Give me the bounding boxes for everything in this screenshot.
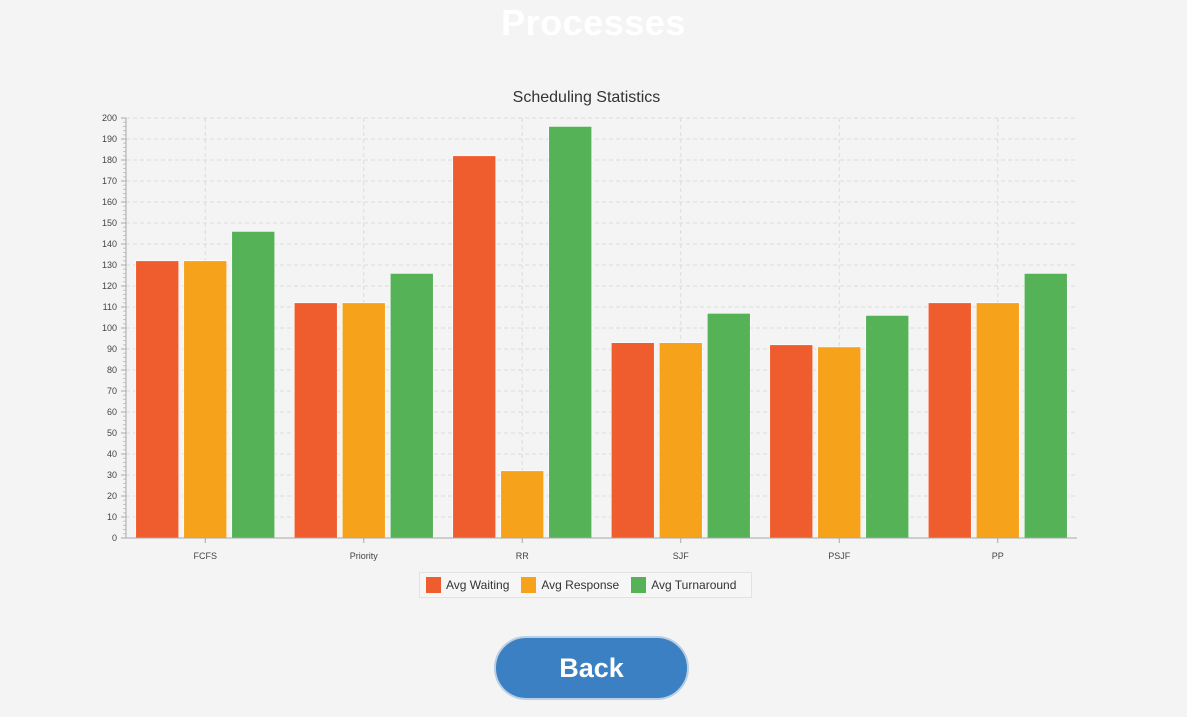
y-tick-label: 190 — [102, 134, 117, 144]
bar-avg-response — [975, 302, 1020, 539]
bar-avg-waiting — [293, 302, 338, 539]
legend-swatch — [631, 577, 647, 593]
bar-avg-response — [341, 302, 386, 539]
bar-avg-turnaround — [231, 231, 276, 539]
bar-avg-turnaround — [1023, 273, 1068, 539]
y-tick-label: 10 — [107, 512, 117, 522]
bar-avg-response — [500, 470, 545, 539]
legend-item: Avg Turnaround — [631, 577, 736, 593]
y-tick-label: 140 — [102, 239, 117, 249]
bar-avg-response — [183, 260, 228, 539]
x-tick-label: SJF — [673, 551, 690, 561]
y-tick-label: 160 — [102, 197, 117, 207]
y-tick-label: 20 — [107, 491, 117, 501]
back-button[interactable]: Back — [494, 636, 689, 700]
legend-label: Avg Response — [541, 578, 620, 592]
y-tick-label: 200 — [102, 113, 117, 123]
bar-avg-waiting — [452, 155, 497, 539]
y-tick-label: 90 — [107, 344, 117, 354]
x-tick-label: PP — [992, 551, 1004, 561]
y-tick-label: 0 — [112, 533, 117, 543]
x-tick-label: Priority — [350, 551, 379, 561]
y-tick-label: 100 — [102, 323, 117, 333]
y-tick-label: 60 — [107, 407, 117, 417]
bar-avg-response — [817, 346, 862, 539]
x-tick-label: FCFS — [194, 551, 218, 561]
y-tick-label: 130 — [102, 260, 117, 270]
y-tick-label: 80 — [107, 365, 117, 375]
bar-avg-turnaround — [389, 273, 434, 539]
y-tick-label: 120 — [102, 281, 117, 291]
legend-swatch — [426, 577, 441, 593]
y-tick-label: 110 — [103, 302, 117, 312]
legend-label: Avg Waiting — [446, 578, 510, 592]
chart-legend: Avg Waiting Avg Response Avg Turnaround — [419, 572, 752, 598]
legend-item: Avg Waiting — [426, 577, 509, 593]
y-tick-label: 40 — [107, 449, 117, 459]
bar-avg-turnaround — [706, 312, 751, 539]
y-tick-label: 30 — [107, 470, 117, 480]
processes-page: Processes Scheduling Statistics 0 10 20 30 40… — [0, 0, 1187, 717]
x-tick-label: RR — [516, 551, 529, 561]
bar-avg-turnaround — [548, 126, 593, 539]
bar-avg-waiting — [769, 344, 814, 539]
y-tick-label: 70 — [107, 386, 117, 396]
bar-avg-turnaround — [865, 315, 910, 539]
scheduling-statistics-chart: Scheduling Statistics 0 10 20 30 40 50 60 70 80 90… — [102, 89, 1077, 561]
y-tick-label: 150 — [102, 218, 117, 228]
bar-avg-response — [658, 342, 703, 539]
chart-title: Scheduling Statistics — [513, 89, 661, 106]
y-tick-label: 170 — [102, 176, 117, 186]
x-tick-label: PSJF — [828, 551, 851, 561]
y-tick-label: 50 — [107, 428, 117, 438]
bar-avg-waiting — [135, 260, 180, 539]
y-tick-label: 180 — [102, 155, 117, 165]
legend-label: Avg Turnaround — [651, 578, 737, 592]
legend-swatch — [521, 577, 537, 593]
bar-avg-waiting — [610, 342, 655, 539]
legend-item: Avg Response — [521, 577, 619, 593]
bar-avg-waiting — [927, 302, 972, 539]
